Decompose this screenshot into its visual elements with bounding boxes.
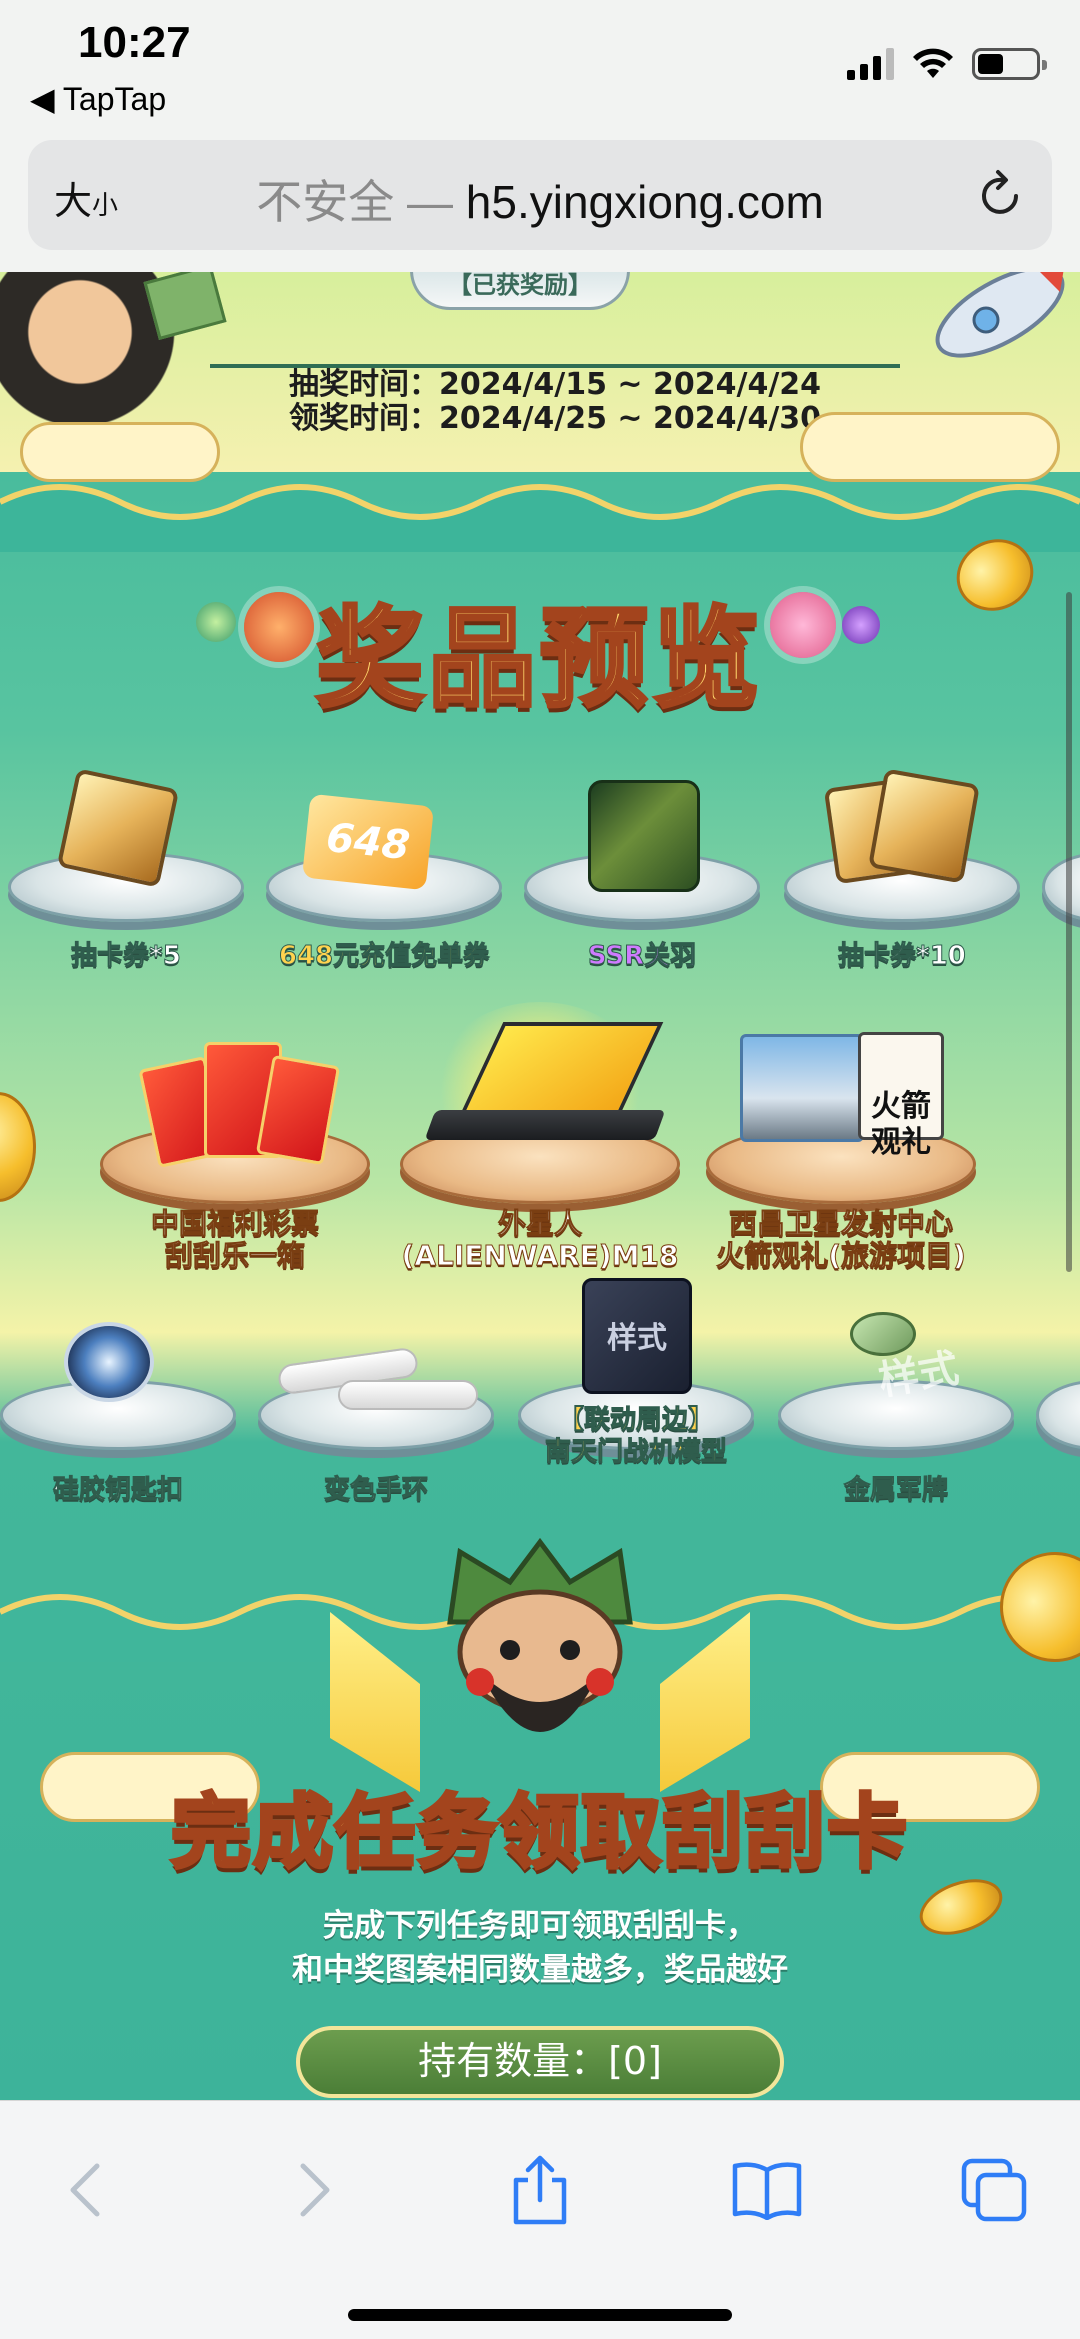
- ssr-guan-yu-portrait: [588, 780, 700, 892]
- prize-preview-title: 奖品预览: [314, 595, 764, 724]
- back-button[interactable]: [40, 2145, 130, 2235]
- pedestal-partial: [1036, 1380, 1080, 1450]
- task-description: 完成下列任务即可领取刮刮卡， 和中奖图案相同数量越多，奖品越好: [0, 1904, 1080, 1992]
- scroll-indicator: [1066, 592, 1072, 1272]
- prize-item: 硅胶钥匙扣: [0, 1312, 236, 1506]
- prize-item: 样式 【联动周边】 南天门战机模型: [518, 1278, 754, 1472]
- draw-time-text: 抽奖时间：2024/4/15 ~ 2024/4/24: [288, 367, 822, 402]
- event-page: 【已获奖励】 抽奖时间：2024/4/15 ~ 2024/4/24 领奖时间：2…: [0, 272, 1080, 2100]
- prize-item: SSR关羽: [524, 772, 760, 972]
- forward-button[interactable]: [270, 2145, 360, 2235]
- task-desc-line1: 完成下列任务即可领取刮刮卡，: [323, 1908, 757, 1944]
- prize-item: 样式 金属军牌: [778, 1312, 1014, 1506]
- prize-label: 西昌卫星发射中心 火箭观礼(旅游项目): [716, 1207, 967, 1272]
- prize-item: 648 648元充值免单券: [266, 772, 502, 972]
- reload-icon[interactable]: [976, 168, 1026, 222]
- prize-label: 抽卡券*10: [838, 941, 967, 972]
- prize-item: 抽卡券*10: [784, 768, 1020, 972]
- box-watermark: 样式: [607, 1321, 667, 1356]
- back-to-app-link[interactable]: ◀ TapTap: [30, 80, 166, 118]
- browser-toolbar: [0, 2100, 1080, 2339]
- gold-coin-decoration: [0, 1092, 36, 1202]
- share-button[interactable]: [495, 2145, 585, 2235]
- clock: 10:27: [78, 18, 191, 67]
- pedestal-partial: [1042, 852, 1080, 922]
- prize-label: 【联动周边】 南天门战机模型: [544, 1405, 727, 1468]
- battery-icon: [972, 48, 1047, 80]
- prize-item: 火箭 观礼 西昌卫星发射中心 火箭观礼(旅游项目): [706, 1032, 976, 1272]
- prize-item: 变色手环: [258, 1312, 494, 1506]
- url-domain: h5.yingxiong.com: [465, 176, 824, 228]
- claim-time-text: 领奖时间：2024/4/25 ~ 2024/4/30: [288, 401, 822, 436]
- tabs-icon: [961, 2158, 1027, 2222]
- voucher-amount: 648: [324, 814, 412, 870]
- bookmarks-button[interactable]: [722, 2145, 812, 2235]
- rocket-illustration: [890, 272, 1080, 412]
- browser-address-area: 大小 不安全 — h5.yingxiong.com: [0, 130, 1080, 272]
- address-bar[interactable]: 大小 不安全 — h5.yingxiong.com: [28, 140, 1052, 250]
- cellular-signal-icon: [847, 48, 894, 80]
- tabs-button[interactable]: [950, 2145, 1040, 2235]
- fighter-model-box-icon: 样式: [582, 1278, 692, 1394]
- owned-count-button[interactable]: 持有数量：[0]: [296, 2026, 784, 2098]
- cloud-decoration: [800, 412, 1060, 482]
- rocket-launch-photo: [740, 1034, 864, 1142]
- draw-ticket-icon: [56, 768, 180, 888]
- share-icon: [513, 2155, 567, 2225]
- prize-label: 金属军牌: [843, 1475, 948, 1506]
- prize-item: 外星人 (ALIENWARE)M18: [400, 1002, 680, 1272]
- recharge-voucher-icon: 648: [301, 793, 435, 891]
- guan-yu-warrior-illustration: [447, 1537, 633, 1732]
- wifi-icon: [913, 48, 953, 78]
- prize-item: 抽卡券*5: [8, 768, 244, 972]
- rocket-viewing-card: 火箭 观礼: [858, 1032, 944, 1160]
- chevron-left-icon: [70, 2163, 100, 2217]
- event-time-banner: 抽奖时间：2024/4/15 ~ 2024/4/24 领奖时间：2024/4/2…: [210, 364, 900, 462]
- status-bar: 10:27 ◀ TapTap: [0, 0, 1080, 130]
- claimed-badge: 【已获奖励】: [410, 272, 630, 310]
- task-section-title: 完成任务领取刮刮卡: [169, 1784, 909, 1881]
- cloud-decoration: [20, 422, 220, 482]
- status-icons: [847, 48, 1047, 80]
- prize-item: 中国福利彩票 刮刮乐一箱: [100, 1032, 370, 1272]
- claimed-label: 【已获奖励】: [448, 272, 592, 299]
- draw-ticket-stack-icon: [868, 768, 980, 884]
- laptop-base-icon: [424, 1110, 666, 1140]
- prize-label: 变色手环: [323, 1475, 428, 1506]
- prize-label: 中国福利彩票 刮刮乐一箱: [150, 1207, 319, 1272]
- insecure-label: 不安全 —: [256, 176, 453, 228]
- wristband-icon: [338, 1380, 478, 1410]
- silicone-keychain-icon: [64, 1322, 154, 1402]
- home-indicator: [348, 2309, 732, 2321]
- task-desc-line2: 和中奖图案相同数量越多，奖品越好: [292, 1952, 788, 1988]
- open-book-icon: [732, 2162, 802, 2220]
- url-display[interactable]: 不安全 — h5.yingxiong.com: [28, 166, 1052, 232]
- rocket-card-text: 火箭 观礼: [871, 1089, 931, 1160]
- chevron-right-icon: [300, 2163, 330, 2217]
